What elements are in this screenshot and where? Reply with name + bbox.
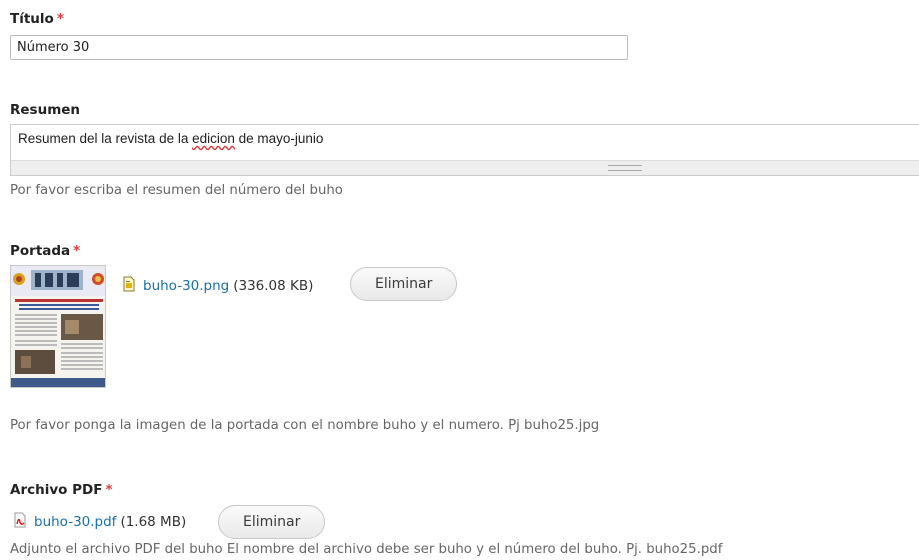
required-marker: * (73, 243, 81, 259)
archivo-pdf-remove-button[interactable]: Eliminar (218, 505, 326, 539)
archivo-pdf-file-row: buho-30.pdf (1.68 MB) (12, 512, 186, 532)
portada-label: Portada * (10, 243, 80, 259)
resumen-text-before: Resumen del la revista de la (18, 131, 193, 146)
portada-thumbnail (10, 265, 106, 388)
magazine-cover-image (11, 266, 105, 387)
resumen-label: Resumen (10, 102, 80, 118)
textarea-resize-grippie[interactable] (11, 160, 919, 175)
pdf-file-icon (12, 512, 28, 532)
archivo-pdf-description: Adjunto el archivo PDF del buho El nombr… (10, 542, 723, 557)
portada-label-text: Portada (10, 243, 71, 259)
portada-remove-button[interactable]: Eliminar (350, 267, 458, 301)
titulo-input[interactable] (10, 35, 628, 60)
portada-file-link[interactable]: buho-30.png (143, 278, 229, 294)
resumen-label-text: Resumen (10, 102, 81, 118)
required-marker: * (105, 482, 113, 498)
archivo-pdf-file-link[interactable]: buho-30.pdf (34, 514, 116, 530)
grippie-handle-icon[interactable] (608, 165, 642, 171)
resumen-textarea[interactable]: Resumen del la revista de la edicion de … (10, 124, 919, 176)
portada-file-row: buho-30.png (336.08 KB) (121, 276, 313, 296)
resumen-misspelled-word: edicion (192, 131, 235, 146)
required-marker: * (56, 11, 64, 27)
resumen-text-after: de mayo-junio (234, 131, 324, 146)
titulo-label: Título * (10, 11, 64, 27)
archivo-pdf-label: Archivo PDF * (10, 482, 113, 498)
archivo-pdf-file-size: (1.68 MB) (120, 514, 187, 530)
resumen-description: Por favor escriba el resumen del número … (10, 183, 343, 198)
image-file-icon (121, 276, 137, 296)
archivo-pdf-label-text: Archivo PDF (10, 482, 103, 498)
portada-file-size: (336.08 KB) (233, 278, 314, 294)
resumen-textarea-content[interactable]: Resumen del la revista de la edicion de … (11, 125, 919, 162)
portada-description: Por favor ponga la imagen de la portada … (10, 418, 600, 433)
titulo-label-text: Título (10, 11, 54, 27)
